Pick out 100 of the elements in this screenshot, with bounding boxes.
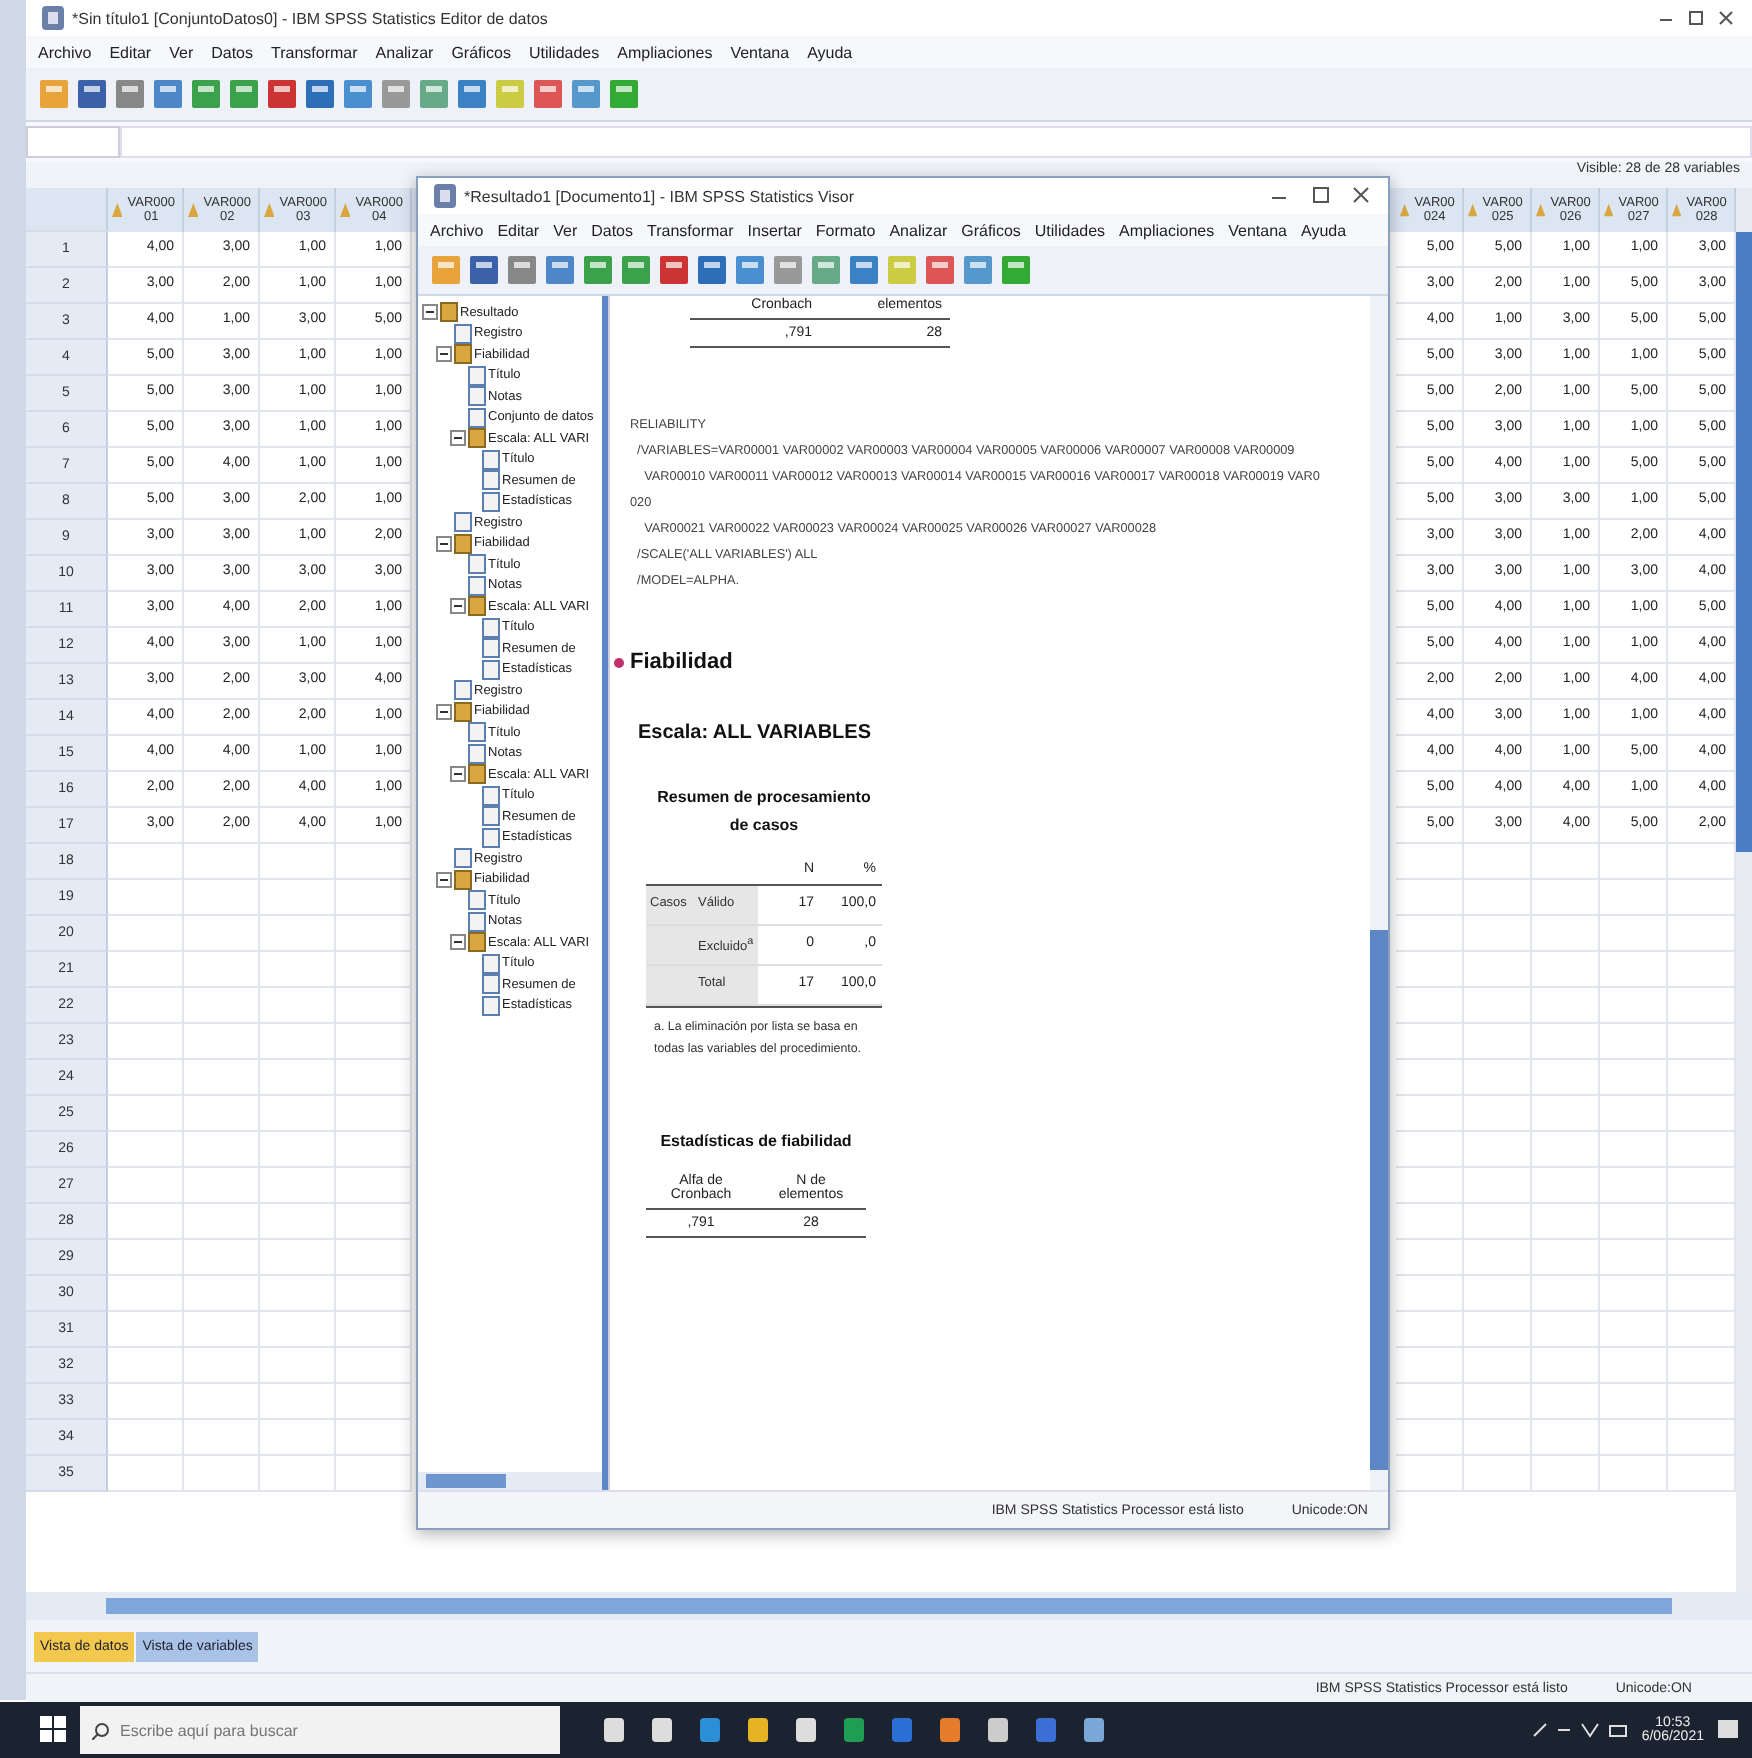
collapse-icon[interactable] [436, 346, 452, 363]
window-controls-icon[interactable] [1656, 8, 1736, 28]
table-cell [260, 1348, 336, 1384]
table-cell [184, 1132, 260, 1168]
table-cell [1532, 1204, 1600, 1240]
window-controls-icon[interactable] [1268, 186, 1372, 206]
page-icon [454, 512, 472, 533]
menu-item[interactable]: Gráficos [961, 221, 1021, 239]
table-cell [1600, 988, 1668, 1024]
menu-item[interactable]: Ampliaciones [1119, 221, 1215, 239]
menu-item[interactable]: Ventana [1228, 221, 1287, 239]
menu-item[interactable]: Ayuda [1301, 221, 1347, 239]
menu-item[interactable]: Transformar [271, 43, 358, 61]
menu-item[interactable]: Ampliaciones [617, 43, 713, 61]
search-field[interactable]: Escribe aquí para buscar [80, 1706, 560, 1754]
table-cell [336, 1132, 412, 1168]
table-cell [1600, 1312, 1668, 1348]
menu-item[interactable]: Ver [169, 43, 194, 61]
horizontal-scrollbar[interactable] [26, 1592, 1752, 1620]
table-cell [1464, 916, 1532, 952]
notification-icon[interactable] [1716, 1718, 1740, 1742]
collapse-icon[interactable] [436, 871, 452, 888]
table-cell [1532, 1420, 1600, 1456]
corner-cell [26, 188, 108, 232]
menu-item[interactable]: Editar [109, 43, 152, 61]
menu-item[interactable]: Datos [211, 43, 254, 61]
cell-value-field[interactable] [120, 126, 1752, 158]
page-icon [468, 743, 486, 764]
table-cell [1600, 880, 1668, 916]
collapse-icon[interactable] [436, 535, 452, 552]
ruler-icon [340, 202, 351, 218]
table-cell [108, 1096, 184, 1132]
table-cell [184, 988, 260, 1024]
windows-start-icon[interactable] [40, 1716, 68, 1744]
table-cell [1396, 1060, 1464, 1096]
collapse-icon[interactable] [436, 703, 452, 720]
table-cell [336, 1384, 412, 1420]
menu-item[interactable]: Ventana [730, 43, 790, 61]
menu-item[interactable]: Archivo [38, 43, 92, 61]
table-cell [184, 952, 260, 988]
menu-item[interactable]: Utilidades [1034, 221, 1106, 239]
table-cell [108, 1240, 184, 1276]
taskbar-app-icon[interactable] [744, 1716, 772, 1744]
collapse-icon[interactable] [450, 766, 466, 783]
vertical-scrollbar[interactable] [1370, 296, 1388, 1490]
table-cell [184, 1204, 260, 1240]
menu-item[interactable]: Gráficos [451, 43, 511, 61]
taskbar-app-icon[interactable] [648, 1716, 676, 1744]
table-title: Resumen de procesamiento de casos [655, 786, 873, 838]
taskbar-app-icon[interactable] [1080, 1716, 1108, 1744]
page-icon [468, 407, 486, 428]
collapse-icon[interactable] [422, 304, 438, 321]
table-cell [1396, 1204, 1464, 1240]
table-cell [108, 916, 184, 952]
table-cell [336, 1276, 412, 1312]
table-cell [1532, 1384, 1600, 1420]
system-tray-icon[interactable] [1529, 1720, 1630, 1740]
book-icon [468, 428, 486, 449]
menu-item[interactable]: Archivo [430, 221, 484, 239]
menu-item[interactable]: Insertar [747, 221, 802, 239]
table-cell [108, 1420, 184, 1456]
table-cell [1532, 1240, 1600, 1276]
table-cell [1396, 1240, 1464, 1276]
table-cell [108, 952, 184, 988]
table-cell [184, 916, 260, 952]
taskbar-app-icon[interactable] [984, 1716, 1012, 1744]
cell-name-field[interactable] [26, 126, 120, 158]
taskbar-app-icon[interactable] [936, 1716, 964, 1744]
menu-item[interactable]: Ver [553, 221, 578, 239]
page-icon [454, 848, 472, 869]
table-cell [336, 1240, 412, 1276]
taskbar-app-icon[interactable] [600, 1716, 628, 1744]
menu-item[interactable]: Analizar [889, 221, 948, 239]
horizontal-scrollbar[interactable] [418, 1472, 602, 1490]
table-cell [1464, 988, 1532, 1024]
table-cell [1600, 1204, 1668, 1240]
menu-item[interactable]: Ayuda [807, 43, 853, 61]
vertical-scrollbar[interactable] [1736, 188, 1752, 1592]
table-cell [1396, 880, 1464, 916]
page-icon [482, 449, 500, 470]
collapse-icon[interactable] [450, 598, 466, 615]
table-title: Estadísticas de fiabilidad [658, 1130, 854, 1154]
page-icon [482, 785, 500, 806]
menu-item[interactable]: Transformar [647, 221, 734, 239]
menu-item[interactable]: Analizar [375, 43, 434, 61]
scale-heading: Escala: ALL VARIABLES [638, 722, 874, 744]
taskbar-app-icon[interactable] [792, 1716, 820, 1744]
table-cell [1600, 1276, 1668, 1312]
menu-item[interactable]: Editar [497, 221, 540, 239]
table-cell [108, 1348, 184, 1384]
table-cell [1532, 844, 1600, 880]
ruler-icon [1604, 202, 1614, 218]
menu-item[interactable]: Formato [815, 221, 876, 239]
table-cell [336, 1312, 412, 1348]
collapse-icon[interactable] [450, 430, 466, 447]
table-cell [1600, 1240, 1668, 1276]
collapse-icon[interactable] [450, 934, 466, 951]
menu-item[interactable]: Utilidades [528, 43, 600, 61]
menu-item[interactable]: Datos [591, 221, 634, 239]
book-icon [454, 701, 472, 722]
